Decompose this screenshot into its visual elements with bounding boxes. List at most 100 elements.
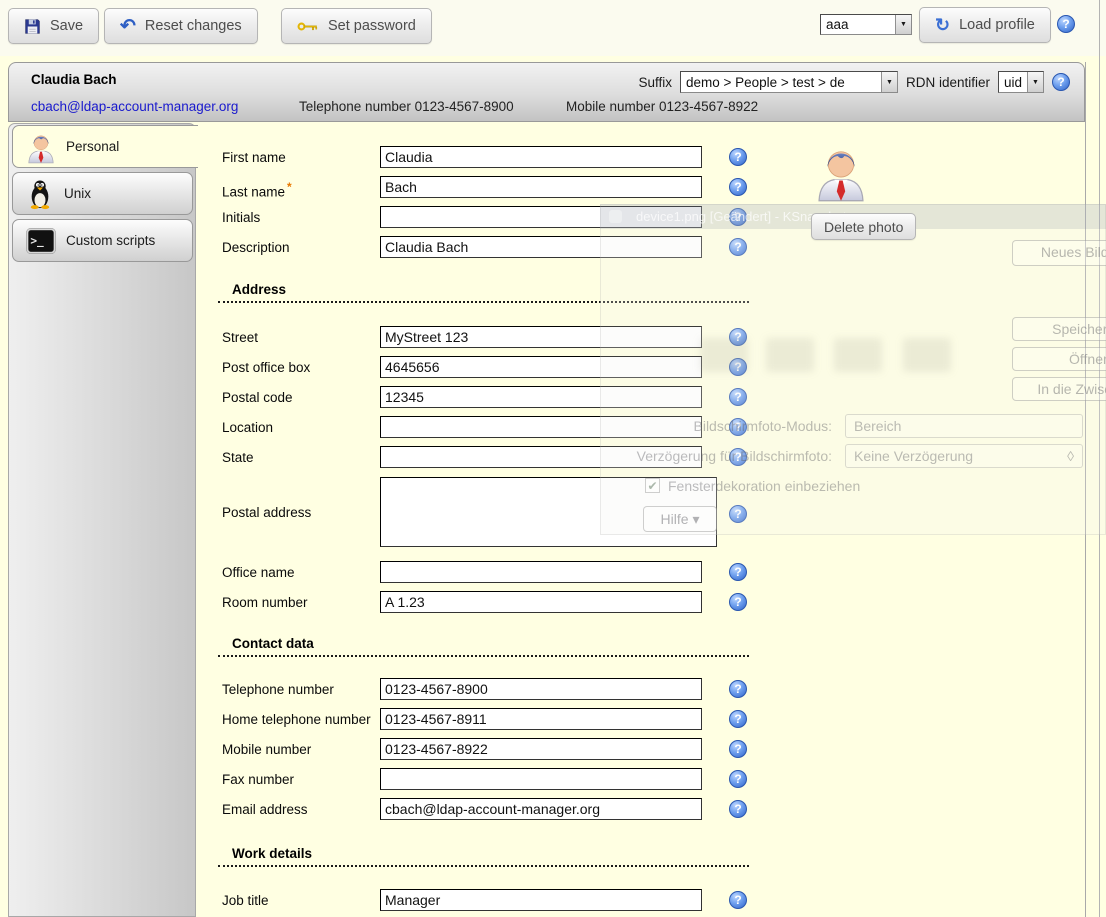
field-label: Location <box>222 420 273 435</box>
tab-personal[interactable]: Personal <box>12 125 198 168</box>
tab-custom-scripts[interactable]: Custom scripts <box>12 219 193 262</box>
reset-changes-label: Reset changes <box>145 18 242 34</box>
help-icon[interactable]: ? <box>729 563 747 581</box>
form-row-post-office-box: Post office box ? <box>222 356 767 382</box>
field-label: Last name <box>222 185 285 200</box>
rdn-select-value: uid <box>999 75 1027 90</box>
field-label: Mobile number <box>222 742 311 757</box>
ghost-delay-value-text: Keine Verzögerung <box>854 445 973 467</box>
tab-unix[interactable]: Unix <box>12 172 193 215</box>
load-profile-label: Load profile <box>959 17 1035 33</box>
mobile-number-input[interactable] <box>380 738 702 760</box>
email-address-input[interactable] <box>380 798 702 820</box>
telephone-input[interactable] <box>380 678 702 700</box>
set-password-button[interactable]: Set password <box>281 8 432 44</box>
delete-photo-label: Delete photo <box>824 219 903 235</box>
form-row-location: Location ? <box>222 416 767 442</box>
job-title-input[interactable] <box>380 889 702 911</box>
email-link[interactable]: cbach@ldap-account-manager.org <box>31 99 299 114</box>
ghost-new-screenshot-button: Neues Bildschirmfoto <box>1012 240 1106 266</box>
postal-code-input[interactable] <box>380 386 702 408</box>
suffix-select[interactable]: demo > People > test > de ▼ <box>680 71 898 93</box>
save-button[interactable]: Save <box>8 8 99 44</box>
first-name-input[interactable] <box>380 146 702 168</box>
suffix-label: Suffix <box>638 75 672 90</box>
ghost-spinner-icon: ◊ <box>1067 445 1074 467</box>
field-label: Post office box <box>222 360 310 375</box>
module-sidebar: Personal Unix Custom scripts <box>8 123 196 917</box>
ghost-save-as-button: Speichern unter... <box>1012 317 1106 341</box>
help-icon[interactable]: ? <box>729 710 747 728</box>
profile-select[interactable]: aaa ▼ <box>820 14 912 35</box>
mobile-summary: Mobile number 0123-4567-8922 <box>566 99 758 114</box>
office-name-input[interactable] <box>380 561 702 583</box>
field-label: Street <box>222 330 258 345</box>
suffix-select-value: demo > People > test > de <box>681 75 881 90</box>
save-button-label: Save <box>50 18 83 34</box>
content-right-border <box>1085 62 1086 917</box>
help-icon[interactable]: ? <box>729 505 747 523</box>
help-icon[interactable]: ? <box>729 328 747 346</box>
delete-photo-button[interactable]: Delete photo <box>811 213 916 240</box>
room-number-input[interactable] <box>380 591 702 613</box>
tux-icon <box>26 178 54 210</box>
form-row-room-number: Room number ? <box>222 591 767 617</box>
form-row-home-telephone: Home telephone number ? <box>222 708 767 734</box>
ghost-mode-value-text: Bereich <box>854 415 901 437</box>
ghost-delay-value: Keine Verzögerung ◊ <box>845 444 1083 468</box>
help-icon[interactable]: ? <box>1057 15 1075 33</box>
ghost-open-with-button: Öffnen mit... <box>1012 347 1106 371</box>
field-label: Fax number <box>222 772 294 787</box>
chevron-down-icon: ▼ <box>895 15 911 34</box>
person-photo-icon <box>814 140 868 204</box>
form-row-description: Description ? <box>222 236 767 262</box>
field-label: Postal code <box>222 390 293 405</box>
help-icon[interactable]: ? <box>729 388 747 406</box>
location-input[interactable] <box>380 416 702 438</box>
lam-user-edit-page: >_ Save ↶ Reset changes <box>0 0 1106 917</box>
state-input[interactable] <box>380 446 702 468</box>
field-label: Home telephone number <box>222 712 371 727</box>
required-marker: * <box>287 180 292 194</box>
post-office-box-input[interactable] <box>380 356 702 378</box>
street-input[interactable] <box>380 326 702 348</box>
help-icon[interactable]: ? <box>1052 73 1070 91</box>
account-summary: cbach@ldap-account-manager.org Telephone… <box>31 99 758 114</box>
form-row-office-name: Office name ? <box>222 561 767 587</box>
chevron-down-icon: ▼ <box>881 72 897 92</box>
ghost-copy-clipboard-button: In die Zwischenablage kopieren <box>1012 377 1106 401</box>
help-icon[interactable]: ? <box>729 208 747 226</box>
field-label: State <box>222 450 254 465</box>
person-icon <box>26 130 56 164</box>
last-name-input[interactable] <box>380 176 702 198</box>
tab-unix-label: Unix <box>64 186 91 201</box>
help-icon[interactable]: ? <box>729 800 747 818</box>
ghost-thumbnail <box>766 338 814 372</box>
initials-input[interactable] <box>380 206 702 228</box>
help-icon[interactable]: ? <box>729 593 747 611</box>
profile-select-value: aaa <box>821 17 895 32</box>
fax-number-input[interactable] <box>380 768 702 790</box>
help-icon[interactable]: ? <box>729 148 747 166</box>
tab-personal-label: Personal <box>66 139 119 154</box>
help-icon[interactable]: ? <box>729 448 747 466</box>
help-icon[interactable]: ? <box>729 418 747 436</box>
help-icon[interactable]: ? <box>729 770 747 788</box>
rdn-label: RDN identifier <box>906 75 990 90</box>
account-title: Claudia Bach <box>31 72 117 87</box>
help-icon[interactable]: ? <box>729 891 747 909</box>
help-icon[interactable]: ? <box>729 740 747 758</box>
help-icon[interactable]: ? <box>729 358 747 376</box>
help-icon[interactable]: ? <box>729 238 747 256</box>
tab-custom-scripts-label: Custom scripts <box>66 233 155 248</box>
postal-address-textarea[interactable] <box>380 477 717 547</box>
load-profile-button[interactable]: ↻ Load profile <box>919 7 1051 43</box>
help-icon[interactable]: ? <box>729 680 747 698</box>
rdn-select[interactable]: uid ▼ <box>998 71 1044 93</box>
key-icon <box>297 21 319 32</box>
home-telephone-input[interactable] <box>380 708 702 730</box>
form-row-state: State ? <box>222 446 767 472</box>
description-input[interactable] <box>380 236 702 258</box>
reset-changes-button[interactable]: ↶ Reset changes <box>104 8 258 44</box>
help-icon[interactable]: ? <box>729 178 747 196</box>
